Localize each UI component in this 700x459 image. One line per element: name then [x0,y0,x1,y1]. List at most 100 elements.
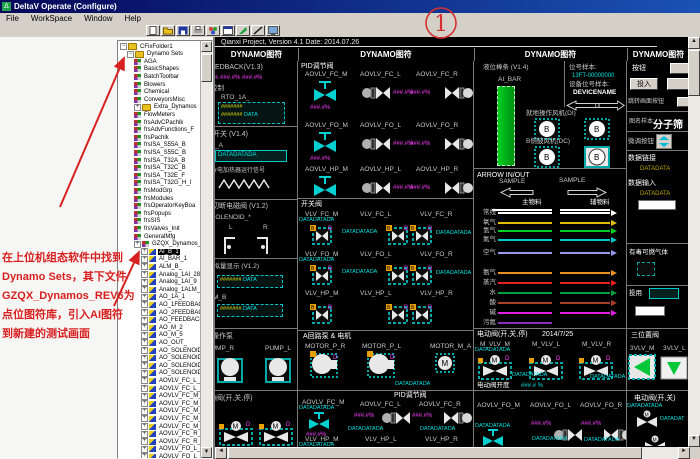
arrow-right-icon[interactable] [595,98,625,116]
tree-expand-toggle[interactable]: + [141,423,148,430]
tree-expand-toggle[interactable]: + [141,446,148,453]
display-button[interactable] [266,25,280,36]
legend-line[interactable] [560,222,610,224]
pid-valve-icon[interactable] [443,136,473,157]
tree-expand-toggle[interactable]: + [141,453,148,459]
onoff-valve-icon[interactable]: BD [310,304,334,331]
tree-item[interactable]: AGA [134,58,158,65]
tree-item[interactable]: frsISA_T32A_B [134,157,186,164]
fan-icon[interactable]: B [584,146,610,169]
sample-button[interactable] [670,63,689,74]
tree-item[interactable]: +AOVLV_FC_R_ [141,431,202,438]
tree-item[interactable]: +Analog_1AI_28 [141,271,201,278]
tree-item[interactable]: +AOVLV_FC_M_ [141,393,203,400]
motor-m-icon[interactable]: M [435,353,455,378]
menu-help[interactable]: Help [119,13,147,24]
scroll-right-button[interactable]: ► [678,447,690,459]
tree-expand-toggle[interactable]: + [141,362,148,369]
tree-expand-toggle[interactable]: + [141,301,148,308]
tree-item[interactable]: +AOVLV_FC_L_2 [141,385,204,392]
tree-item[interactable]: FlowMeters [134,111,176,118]
tree-item[interactable]: +AOVLV_FC_M_5 [141,415,206,422]
pid-valve-icon[interactable] [382,410,412,431]
tree-expand-toggle[interactable]: + [141,248,148,255]
tree-expand-toggle[interactable]: + [141,309,148,316]
spinner-control[interactable] [656,134,672,151]
motor-valve-icon[interactable]: MD [259,420,293,446]
pid-valve-icon[interactable] [362,85,392,106]
palette-button[interactable] [206,25,220,36]
tree-item[interactable]: +AOVLV_FC_M_6 [141,423,206,430]
legend-line[interactable] [498,212,552,214]
tree-item[interactable]: frsISA_S55C_B [134,149,187,156]
tree-expand-toggle[interactable]: − [120,43,127,50]
legend-line[interactable] [560,272,610,274]
tree-expand-toggle[interactable]: + [141,286,148,293]
tree-expand-toggle[interactable]: + [141,400,148,407]
fan-icon[interactable]: B [584,118,610,145]
tree-expand-toggle[interactable]: + [141,256,148,263]
tree-item[interactable]: +AO_M_5 [141,332,184,339]
run-button[interactable] [236,25,250,36]
tree-expand-toggle[interactable]: + [134,104,141,111]
scroll-left-button[interactable]: ◄ [215,447,227,459]
legend-line[interactable] [498,292,552,294]
tree-expand-toggle[interactable]: + [141,324,148,331]
tree-expand-toggle[interactable]: + [141,271,148,278]
picture-canvas[interactable]: Qianxi Project, Version 4.1 Date: 2014.0… [213,37,700,459]
remote-box[interactable] [649,288,679,299]
sample-field[interactable] [635,306,665,316]
data-input-field[interactable] [638,200,676,210]
menu-file[interactable]: File [0,13,25,24]
tree-item[interactable]: +AOVLV_FO_L_1 [141,453,205,459]
legend-line[interactable] [498,272,552,274]
motor-valve-icon[interactable]: M [643,435,667,446]
analog-data-dynamo[interactable]: ####### DATA [217,275,283,288]
tree-item[interactable]: frsISA_T32E_F [134,172,186,179]
motor-valve-icon[interactable]: MD [219,420,253,446]
tree-item[interactable]: +AOVLV_FO_L_ [141,446,201,453]
heater-icon[interactable] [218,177,270,195]
tree-item[interactable]: +AO_OUT_ [141,339,188,346]
tree-expand-toggle[interactable]: + [141,431,148,438]
save-button[interactable] [176,25,190,36]
tree-item[interactable]: −Dynamo Sets [127,51,184,58]
legend-line[interactable] [498,222,552,224]
tree-expand-toggle[interactable]: + [141,415,148,422]
tree-item[interactable]: +AI_B_1 [141,248,180,255]
tree-item[interactable]: +AO_FEEDBACK_ [141,317,208,324]
tree-expand-toggle[interactable]: + [141,317,148,324]
window-button[interactable] [221,25,235,36]
tree-item[interactable]: frsSIS [134,218,161,225]
analog-data-dynamo[interactable]: ####### DATA [217,304,283,317]
tree-item[interactable]: frsPopups [134,210,172,217]
motor-valve-icon[interactable]: MD [529,354,563,385]
legend-line[interactable] [560,212,610,214]
onoff-valve-icon[interactable]: BD [410,225,434,252]
tree-expand-toggle[interactable]: + [141,393,148,400]
tree-scroll-thumb[interactable] [201,54,212,82]
legend-line[interactable] [560,302,610,304]
tree-item[interactable]: frsISA_S55A_B [134,142,187,149]
three-position-valve-icon[interactable] [628,354,656,385]
switch-data-dynamo[interactable]: DATADATADA [215,150,287,162]
pump-icon[interactable] [265,354,291,389]
pid-valve-icon[interactable] [443,180,473,199]
fan-icon[interactable]: B [534,146,560,169]
new-button[interactable] [146,25,160,36]
legend-line[interactable] [560,239,610,241]
tree-item[interactable]: BatchToolbar [134,73,180,80]
menu-window[interactable]: Window [78,13,118,24]
scroll-up-button[interactable]: ▲ [688,37,700,49]
tree-expand-toggle[interactable]: + [141,263,148,270]
gas-detector-icon[interactable] [637,262,655,276]
tree-item[interactable]: frsISA_T32G_H_I [134,180,192,187]
scroll-thumb[interactable] [228,447,642,459]
print-button[interactable] [191,25,205,36]
motor-valve-icon[interactable]: MD [478,354,512,385]
feedback-data-dynamo[interactable]: ####### ####### DATA [218,102,285,124]
tree-expand-toggle[interactable]: + [141,408,148,415]
tree-item[interactable]: ConveyorsMisc [134,96,186,103]
tree-item[interactable]: +AI_BAR_1 [141,256,188,263]
tree-item[interactable]: +AO_1A_1 [141,294,186,301]
